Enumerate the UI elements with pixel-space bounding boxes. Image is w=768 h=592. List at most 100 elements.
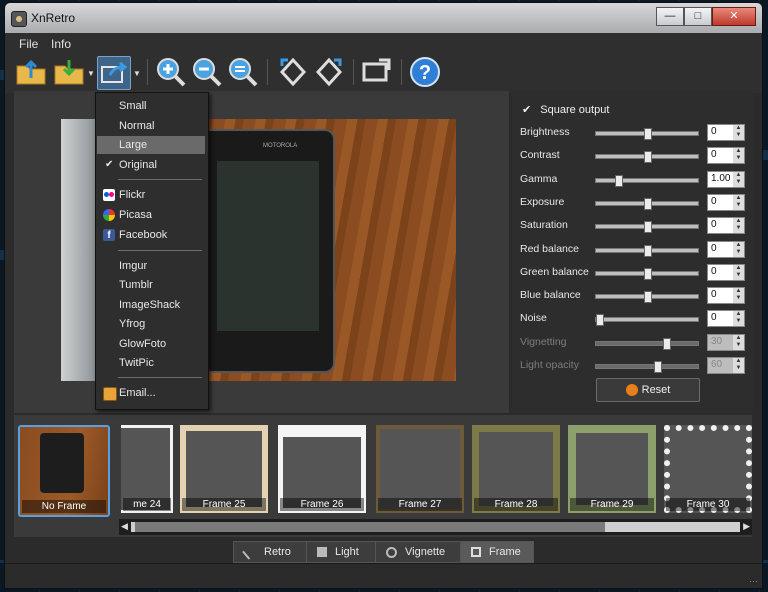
menu-item-label: Imgur <box>119 260 148 272</box>
tab-frame[interactable]: Frame <box>460 541 534 563</box>
menu-item-twitpic[interactable]: TwitPic <box>97 354 205 372</box>
tab-light[interactable]: Light <box>306 541 376 563</box>
rotate-right-icon[interactable] <box>313 56 345 88</box>
scroll-left-icon[interactable]: ◀ <box>121 521 128 532</box>
window-title: XnRetro <box>31 11 76 25</box>
frame-thumb-25[interactable]: Frame 25 <box>180 425 268 513</box>
spinbox-value: 0 <box>711 126 717 137</box>
toolbar-separator <box>353 59 354 85</box>
share-icon[interactable] <box>97 56 131 90</box>
close-button[interactable]: ✕ <box>712 7 756 26</box>
menu-item-small[interactable]: Small <box>97 97 205 115</box>
menu-item-facebook[interactable]: f Facebook <box>97 226 205 244</box>
slider-thumb[interactable] <box>644 221 652 233</box>
menu-file[interactable]: File <box>19 37 38 51</box>
zoom-in-icon[interactable] <box>155 56 187 88</box>
value-spinbox[interactable]: 0 ▲ ▼ <box>707 124 745 141</box>
spin-arrows-icon[interactable]: ▲ ▼ <box>733 311 744 326</box>
menu-item-picasa[interactable]: Picasa <box>97 206 205 224</box>
menu-item-email[interactable]: Email... <box>97 384 205 402</box>
reset-button[interactable]: Reset <box>596 378 700 402</box>
open-icon[interactable] <box>15 56 47 88</box>
slider-thumb[interactable] <box>596 314 604 326</box>
tab-vignette[interactable]: Vignette <box>375 541 461 563</box>
frame-thumb-27[interactable]: Frame 27 <box>376 425 464 513</box>
save-icon[interactable] <box>53 56 85 88</box>
frame-thumb-26[interactable]: Frame 26 <box>278 425 366 513</box>
rotate-left-icon[interactable] <box>277 56 309 88</box>
light-icon <box>317 547 327 558</box>
zoom-fit-icon[interactable] <box>227 56 259 88</box>
scroll-right-icon[interactable]: ▶ <box>743 521 750 532</box>
slider-thumb[interactable] <box>644 245 652 257</box>
slider-track[interactable] <box>595 151 699 163</box>
slider-track[interactable] <box>595 128 699 140</box>
menu-item-glowfoto[interactable]: GlowFoto <box>97 335 205 353</box>
slider-track <box>595 361 699 373</box>
slider-track[interactable] <box>595 175 699 187</box>
slider-thumb[interactable] <box>644 291 652 303</box>
maximize-button[interactable]: □ <box>684 7 712 26</box>
frame-thumb-29[interactable]: Frame 29 <box>568 425 656 513</box>
menu-info[interactable]: Info <box>51 37 71 51</box>
value-spinbox[interactable]: 0 ▲ ▼ <box>707 264 745 281</box>
frame-thumb-24[interactable]: me 24 <box>121 425 173 513</box>
status-bar: ⋯ <box>5 563 762 588</box>
help-icon[interactable]: ? <box>409 56 441 88</box>
spin-arrows-icon[interactable]: ▲ ▼ <box>733 172 744 187</box>
frame-thumbnails: No Frame me 24 Frame 25 Frame 26 Frame 2… <box>14 415 752 519</box>
slider-thumb[interactable] <box>644 268 652 280</box>
menu-item-imgur[interactable]: Imgur <box>97 257 205 275</box>
fullscreen-icon[interactable] <box>361 56 393 88</box>
slider-track[interactable] <box>595 268 699 280</box>
slider-track[interactable] <box>595 221 699 233</box>
value-spinbox[interactable]: 0 ▲ ▼ <box>707 310 745 327</box>
save-dropdown-icon[interactable]: ▼ <box>87 69 95 78</box>
frame-thumb-30[interactable]: Frame 30 <box>664 425 752 513</box>
email-icon <box>103 387 117 401</box>
value-spinbox[interactable]: 0 ▲ ▼ <box>707 194 745 211</box>
scroll-thumb[interactable] <box>135 522 605 532</box>
menu-item-original[interactable]: ✔ Original <box>97 156 205 174</box>
frame-label: Frame 26 <box>280 498 364 511</box>
slider-track[interactable] <box>595 198 699 210</box>
value-spinbox[interactable]: 0 ▲ ▼ <box>707 217 745 234</box>
value-spinbox[interactable]: 0 ▲ ▼ <box>707 147 745 164</box>
spin-arrows-icon[interactable]: ▲ ▼ <box>733 218 744 233</box>
slider-track[interactable] <box>595 291 699 303</box>
slider-track[interactable] <box>595 245 699 257</box>
slider-thumb[interactable] <box>644 151 652 163</box>
slider-thumb[interactable] <box>615 175 623 187</box>
value-spinbox[interactable]: 1.00 ▲ ▼ <box>707 171 745 188</box>
menu-item-large[interactable]: Large <box>97 136 205 154</box>
spin-arrows-icon[interactable]: ▲ ▼ <box>733 125 744 140</box>
menu-item-flickr[interactable]: Flickr <box>97 186 205 204</box>
frame-thumb-28[interactable]: Frame 28 <box>472 425 560 513</box>
spin-arrows-icon[interactable]: ▲ ▼ <box>733 242 744 257</box>
square-output-checkbox[interactable]: ✔ Square output <box>522 103 609 116</box>
spin-arrows-icon[interactable]: ▲ ▼ <box>733 288 744 303</box>
toolbar-separator <box>147 59 148 85</box>
value-spinbox[interactable]: 0 ▲ ▼ <box>707 241 745 258</box>
share-dropdown-icon[interactable]: ▼ <box>133 69 141 78</box>
spin-arrows-icon[interactable]: ▲ ▼ <box>733 195 744 210</box>
menu-item-yfrog[interactable]: Yfrog <box>97 315 205 333</box>
spin-arrows-icon[interactable]: ▲ ▼ <box>733 148 744 163</box>
frame-scrollbar[interactable]: ◀ ▶ <box>119 519 752 535</box>
menu-item-normal[interactable]: Normal <box>97 117 205 135</box>
slider-track[interactable] <box>595 314 699 326</box>
menu-item-imageshack[interactable]: ImageShack <box>97 296 205 314</box>
title-bar[interactable]: XnRetro — □ ✕ <box>5 3 762 33</box>
minimize-button[interactable]: — <box>656 7 684 26</box>
tab-label: Retro <box>264 546 291 558</box>
value-spinbox[interactable]: 0 ▲ ▼ <box>707 287 745 304</box>
slider-thumb[interactable] <box>644 128 652 140</box>
menu-item-tumblr[interactable]: Tumblr <box>97 276 205 294</box>
slider-thumb[interactable] <box>644 198 652 210</box>
tab-retro[interactable]: Retro <box>233 541 307 563</box>
frame-thumb-no-frame[interactable]: No Frame <box>18 425 110 517</box>
spin-arrows-icon[interactable]: ▲ ▼ <box>733 265 744 280</box>
zoom-out-icon[interactable] <box>191 56 223 88</box>
resize-grip-icon[interactable]: ⋯ <box>749 576 758 587</box>
slider-label: Green balance <box>520 266 589 278</box>
